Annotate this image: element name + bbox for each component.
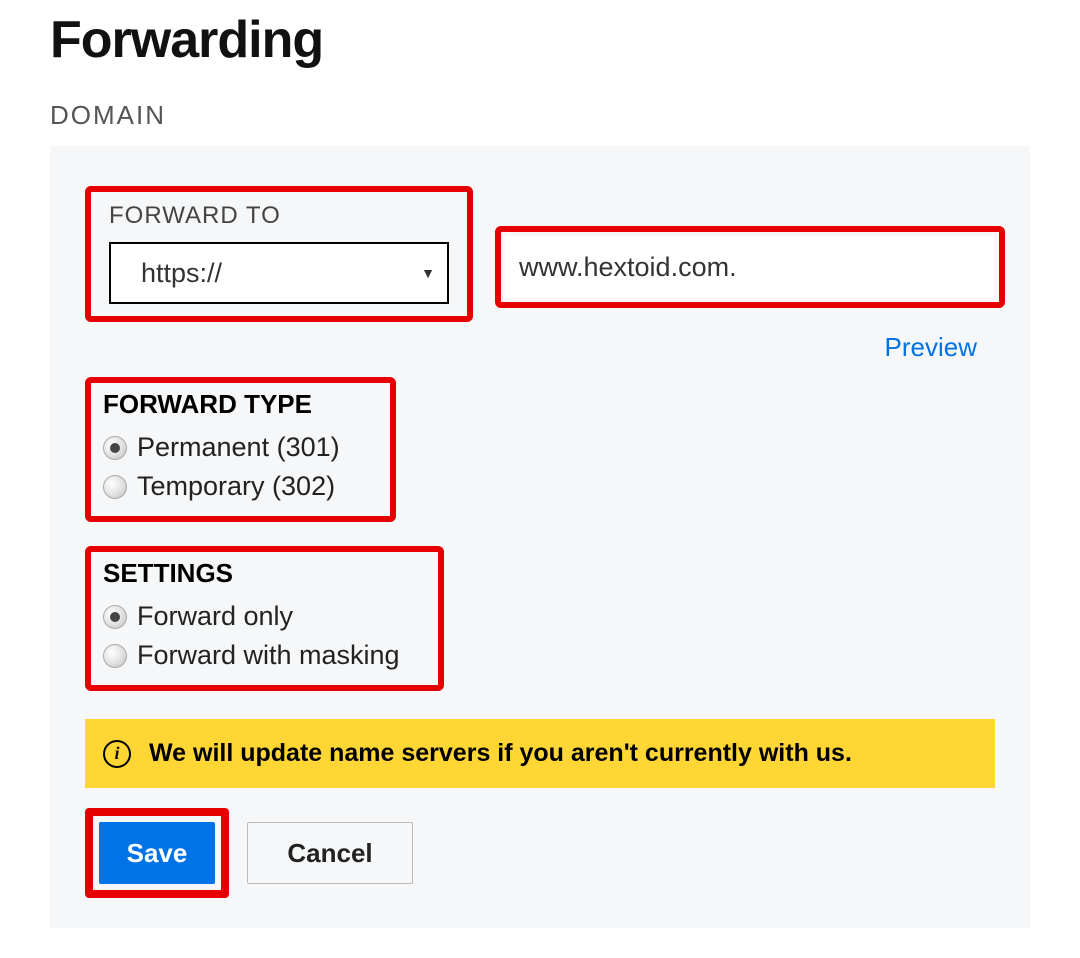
chevron-down-icon: ▼ [421, 265, 435, 281]
radio-icon [103, 605, 127, 629]
save-highlight: Save [85, 808, 229, 898]
info-icon: i [103, 740, 131, 768]
radio-icon [103, 475, 127, 499]
settings-forward-only[interactable]: Forward only [103, 601, 400, 632]
forward-to-section: FORWARD TO https:// ▼ [85, 186, 473, 322]
page-title: Forwarding [50, 10, 1030, 70]
settings-section: SETTINGS Forward only Forward with maski… [85, 546, 444, 691]
forward-to-label: FORWARD TO [109, 202, 449, 230]
banner-text: We will update name servers if you aren'… [149, 739, 852, 768]
save-button[interactable]: Save [99, 822, 215, 884]
domain-label: DOMAIN [50, 100, 1030, 131]
settings-label: SETTINGS [103, 558, 400, 589]
info-banner: i We will update name servers if you are… [85, 719, 995, 788]
radio-label: Permanent (301) [137, 432, 340, 463]
settings-forward-masking[interactable]: Forward with masking [103, 640, 400, 671]
forward-type-section: FORWARD TYPE Permanent (301) Temporary (… [85, 377, 396, 522]
forward-type-permanent[interactable]: Permanent (301) [103, 432, 340, 463]
cancel-button[interactable]: Cancel [247, 822, 413, 884]
radio-icon [103, 644, 127, 668]
protocol-value: https:// [141, 258, 222, 289]
radio-label: Temporary (302) [137, 471, 335, 502]
radio-label: Forward only [137, 601, 293, 632]
forward-type-temporary[interactable]: Temporary (302) [103, 471, 340, 502]
forward-type-label: FORWARD TYPE [103, 389, 340, 420]
radio-label: Forward with masking [137, 640, 400, 671]
radio-icon [103, 436, 127, 460]
forward-url-input[interactable] [505, 236, 995, 298]
forward-url-section [495, 226, 1005, 308]
forwarding-panel: FORWARD TO https:// ▼ Preview FORWARD TY… [50, 146, 1030, 928]
preview-link[interactable]: Preview [885, 332, 977, 362]
protocol-select[interactable]: https:// ▼ [109, 242, 449, 304]
